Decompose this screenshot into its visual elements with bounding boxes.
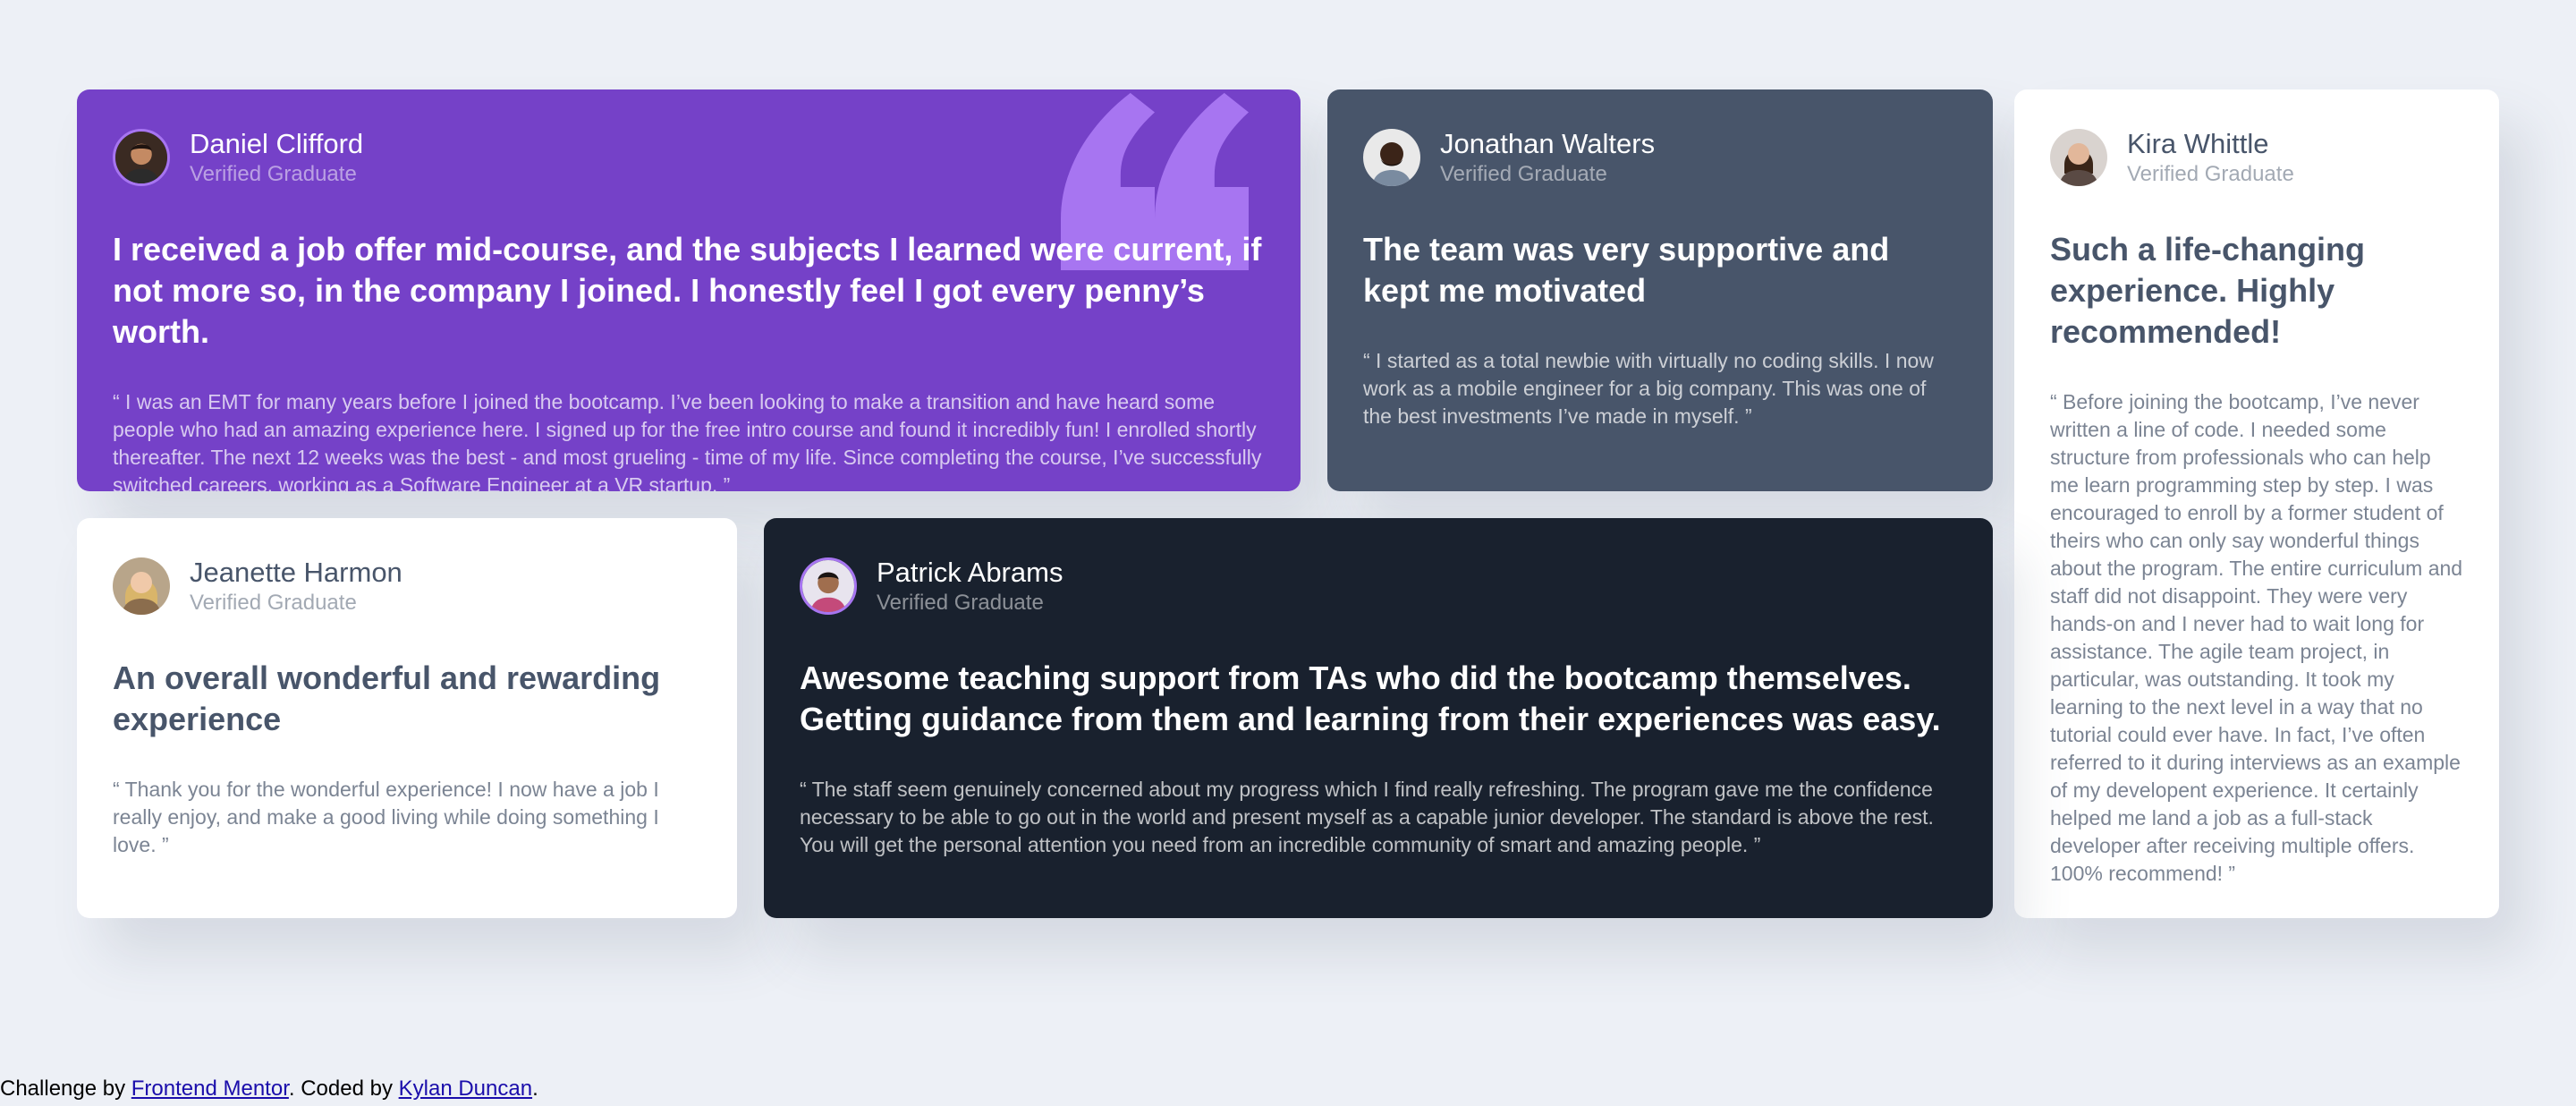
testimonials-grid: Daniel Clifford Verified Graduate I rece… — [77, 89, 2499, 918]
testimonial-body: “ Thank you for the wonderful experience… — [113, 778, 659, 856]
person-header: Jonathan Walters Verified Graduate — [1363, 125, 1957, 190]
person-header: Patrick Abrams Verified Graduate — [800, 554, 1957, 618]
person-role: Verified Graduate — [190, 591, 357, 615]
testimonial-body: “ The staff seem genuinely concerned abo… — [800, 778, 1934, 856]
testimonial-body: “ Before joining the bootcamp, I’ve neve… — [2050, 390, 2463, 885]
person-name: Kira Whittle — [2127, 128, 2269, 159]
person-name: Jeanette Harmon — [190, 557, 402, 588]
person-name: Jonathan Walters — [1440, 128, 1656, 159]
testimonial-headline: Awesome teaching support from TAs who di… — [800, 659, 1941, 737]
testimonial-card-daniel: Daniel Clifford Verified Graduate I rece… — [77, 89, 1301, 491]
testimonial-body: “ I started as a total newbie with virtu… — [1363, 349, 1934, 428]
testimonial-card-jonathan: Jonathan Walters Verified Graduate The t… — [1327, 89, 1993, 491]
person-role: Verified Graduate — [877, 591, 1044, 615]
person-header: Jeanette Harmon Verified Graduate — [113, 554, 701, 618]
person-role: Verified Graduate — [1440, 162, 1607, 186]
author-link[interactable]: Kylan Duncan — [399, 1076, 532, 1101]
avatar — [113, 557, 170, 615]
person-name: Patrick Abrams — [877, 557, 1063, 588]
testimonial-card-kira: Kira Whittle Verified Graduate Such a li… — [2014, 89, 2499, 918]
person-role: Verified Graduate — [2127, 162, 2294, 186]
testimonial-headline: The team was very supportive and kept me… — [1363, 231, 1890, 309]
footer-prefix: Challenge by — [0, 1076, 131, 1101]
footer-suffix: . — [532, 1076, 538, 1101]
avatar — [800, 557, 857, 615]
testimonial-card-patrick: Patrick Abrams Verified Graduate Awesome… — [764, 518, 1993, 918]
person-name: Daniel Clifford — [190, 128, 364, 159]
testimonial-card-jeanette: Jeanette Harmon Verified Graduate An ove… — [77, 518, 737, 918]
frontend-mentor-link[interactable]: Frontend Mentor — [131, 1076, 289, 1101]
person-header: Daniel Clifford Verified Graduate — [113, 125, 1265, 190]
testimonial-headline: An overall wonderful and rewarding exper… — [113, 659, 661, 737]
footer-middle: . Coded by — [288, 1076, 399, 1101]
attribution-footer: Challenge by Frontend Mentor. Coded by K… — [0, 1076, 538, 1102]
person-header: Kira Whittle Verified Graduate — [2050, 125, 2463, 190]
testimonial-headline: I received a job offer mid-course, and t… — [113, 231, 1262, 350]
testimonial-headline: Such a life-changing experience. Highly … — [2050, 231, 2366, 350]
testimonial-body: “ I was an EMT for many years before I j… — [113, 390, 1262, 491]
avatar — [113, 129, 170, 186]
avatar — [2050, 129, 2107, 186]
person-role: Verified Graduate — [190, 162, 357, 186]
avatar — [1363, 129, 1420, 186]
